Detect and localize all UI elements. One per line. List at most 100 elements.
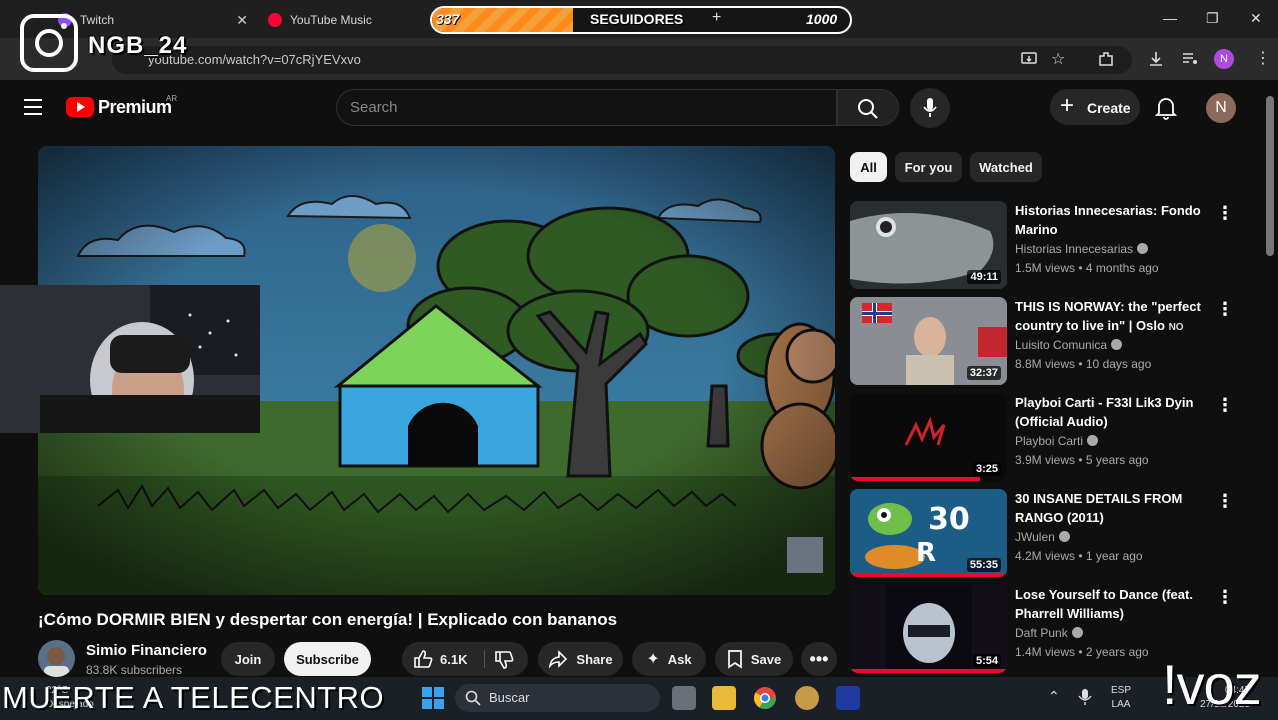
browser-menu-icon[interactable]: ⋮	[1255, 48, 1271, 68]
chrome-icon[interactable]	[753, 686, 777, 710]
channel-name[interactable]: Historias Innecesarias	[1015, 242, 1149, 256]
windows-start-icon[interactable]	[421, 686, 445, 710]
recommendation-item[interactable]: 30 R 55:35 30 INSANE DETAILS FROM RANGO (2…	[850, 489, 1260, 579]
video-meta: 3.9M views • 5 years ago	[1015, 453, 1149, 467]
search-icon	[465, 690, 481, 706]
video-thumbnail[interactable]: 32:37	[850, 297, 1007, 385]
media-controls-icon[interactable]	[1181, 50, 1199, 68]
video-meta: 1.4M views • 2 years ago	[1015, 645, 1149, 659]
language-indicator[interactable]: ESP LAA	[1111, 684, 1131, 712]
channel-name[interactable]: JWulen	[1015, 530, 1070, 544]
verified-icon	[1071, 627, 1083, 638]
video-title[interactable]: Lose Yourself to Dance (feat. Pharrell Wi…	[1015, 585, 1205, 623]
title-line-2: (Official Audio)	[1015, 414, 1108, 429]
channel-watermark[interactable]	[786, 536, 824, 574]
title-line-2: Marino	[1015, 222, 1058, 237]
recommendation-item[interactable]: 3:25 Playboi Carti - F33l Lik3 Dyin (Offi…	[850, 393, 1260, 483]
like-count: 6.1K	[440, 652, 468, 667]
title-line-1: Lose Yourself to Dance (feat.	[1015, 587, 1193, 602]
search-button[interactable]	[837, 89, 899, 126]
video-thumbnail[interactable]: 30 R 55:35	[850, 489, 1007, 577]
title-line-2: country to live in" | Oslo	[1015, 318, 1165, 333]
share-icon	[549, 650, 568, 668]
voz-command-overlay: !voz	[1162, 653, 1262, 716]
create-label: Create	[1087, 100, 1131, 116]
video-duration: 3:25	[972, 462, 1001, 476]
voice-search-button[interactable]	[910, 88, 950, 128]
like-dislike-group: 6.1K	[402, 642, 528, 676]
app-icon[interactable]	[795, 686, 819, 710]
chip-for-you[interactable]: For you	[895, 152, 962, 182]
keyboard-layout: LAA	[1111, 699, 1131, 710]
more-options-icon[interactable]: ⋮	[1216, 491, 1234, 512]
channel-name[interactable]: Simio Financiero	[86, 642, 207, 659]
youtube-music-icon	[268, 13, 282, 27]
search-input[interactable]	[336, 89, 837, 126]
microphone-icon[interactable]	[1078, 688, 1092, 706]
more-options-icon[interactable]: ⋮	[1216, 203, 1234, 224]
ask-button[interactable]: ✦ Ask	[632, 642, 706, 676]
extensions-icon[interactable]	[1097, 50, 1115, 68]
join-button[interactable]: Join	[221, 642, 275, 676]
install-app-icon[interactable]	[1020, 50, 1038, 68]
video-duration: 32:37	[966, 366, 1001, 380]
more-options-icon[interactable]: ⋮	[1216, 395, 1234, 416]
share-button[interactable]: Share	[538, 642, 623, 676]
more-horizontal-icon: •••	[809, 648, 829, 669]
tab-twitch[interactable]: Twitch ✕	[58, 6, 248, 34]
channel-name[interactable]: Daft Punk	[1015, 626, 1083, 640]
account-avatar[interactable]: N	[1206, 93, 1236, 123]
page-scrollbar[interactable]	[1266, 96, 1274, 256]
share-label: Share	[576, 651, 613, 667]
hamburger-menu-icon[interactable]	[24, 99, 42, 115]
channel-name[interactable]: Luisito Comunica	[1015, 338, 1123, 352]
verified-icon	[1137, 243, 1149, 254]
video-title[interactable]: THIS IS NORWAY: the "perfect country to l…	[1015, 297, 1205, 337]
minimize-window-icon[interactable]: —	[1163, 10, 1177, 26]
ask-label: Ask	[667, 651, 692, 667]
video-title: ¡Cómo DORMIR BIEN y despertar con energí…	[38, 610, 618, 629]
video-title[interactable]: Playboi Carti - F33l Lik3 Dyin (Official …	[1015, 393, 1205, 431]
title-line-1: 30 INSANE DETAILS FROM	[1015, 491, 1183, 506]
channel-name[interactable]: Playboi Carti	[1015, 434, 1099, 448]
video-thumbnail[interactable]: 3:25	[850, 393, 1007, 481]
chip-watched[interactable]: Watched	[970, 152, 1042, 182]
recommendation-item[interactable]: 49:11 Historias Innecesarias: Fondo Marin…	[850, 201, 1260, 291]
file-explorer-icon[interactable]	[712, 686, 736, 710]
plus-icon: +	[712, 9, 722, 26]
download-icon[interactable]	[1147, 50, 1165, 68]
more-actions-button[interactable]: •••	[801, 642, 837, 676]
chevron-up-icon[interactable]: ⌃	[1048, 688, 1060, 705]
profile-avatar[interactable]: N	[1214, 49, 1234, 69]
subscribe-button[interactable]: Subscribe	[284, 642, 371, 676]
bookmark-star-icon[interactable]: ☆	[1051, 49, 1065, 69]
recommendation-item[interactable]: 32:37 THIS IS NORWAY: the "perfect countr…	[850, 297, 1260, 387]
title-line-2: RANGO (2011)	[1015, 510, 1104, 525]
save-button[interactable]: Save	[715, 642, 793, 676]
more-options-icon[interactable]: ⋮	[1216, 299, 1234, 320]
notifications-bell-icon[interactable]	[1155, 96, 1177, 120]
tab-youtube-music[interactable]: YouTube Music	[268, 6, 428, 34]
taskbar-search-box[interactable]	[455, 684, 660, 712]
language-code: ESP	[1111, 685, 1132, 696]
video-title[interactable]: 30 INSANE DETAILS FROM RANGO (2011)	[1015, 489, 1205, 527]
video-title[interactable]: Historias Innecesarias: Fondo Marino	[1015, 201, 1205, 239]
chip-all[interactable]: All	[850, 152, 887, 182]
instagram-icon	[20, 14, 78, 72]
video-thumbnail[interactable]: 5:54	[850, 585, 1007, 673]
tab-twitch-label: Twitch	[80, 13, 115, 27]
search-placeholder: Search	[350, 99, 398, 116]
more-options-icon[interactable]: ⋮	[1216, 587, 1234, 608]
sparkle-icon: ✦	[646, 651, 660, 668]
app-f-icon[interactable]	[836, 686, 860, 710]
video-duration: 49:11	[967, 270, 1001, 284]
youtube-brand-label[interactable]: Premium	[98, 97, 172, 118]
task-view-icon[interactable]	[672, 686, 696, 710]
youtube-logo-icon[interactable]	[66, 97, 94, 117]
close-tab-icon[interactable]: ✕	[236, 12, 248, 29]
video-thumbnail[interactable]: 49:11	[850, 201, 1007, 289]
title-line-1: Historias Innecesarias: Fondo	[1015, 203, 1201, 218]
close-window-icon[interactable]: ✕	[1250, 10, 1262, 27]
maximize-window-icon[interactable]: ❐	[1206, 10, 1219, 27]
channel-avatar[interactable]	[38, 640, 75, 677]
